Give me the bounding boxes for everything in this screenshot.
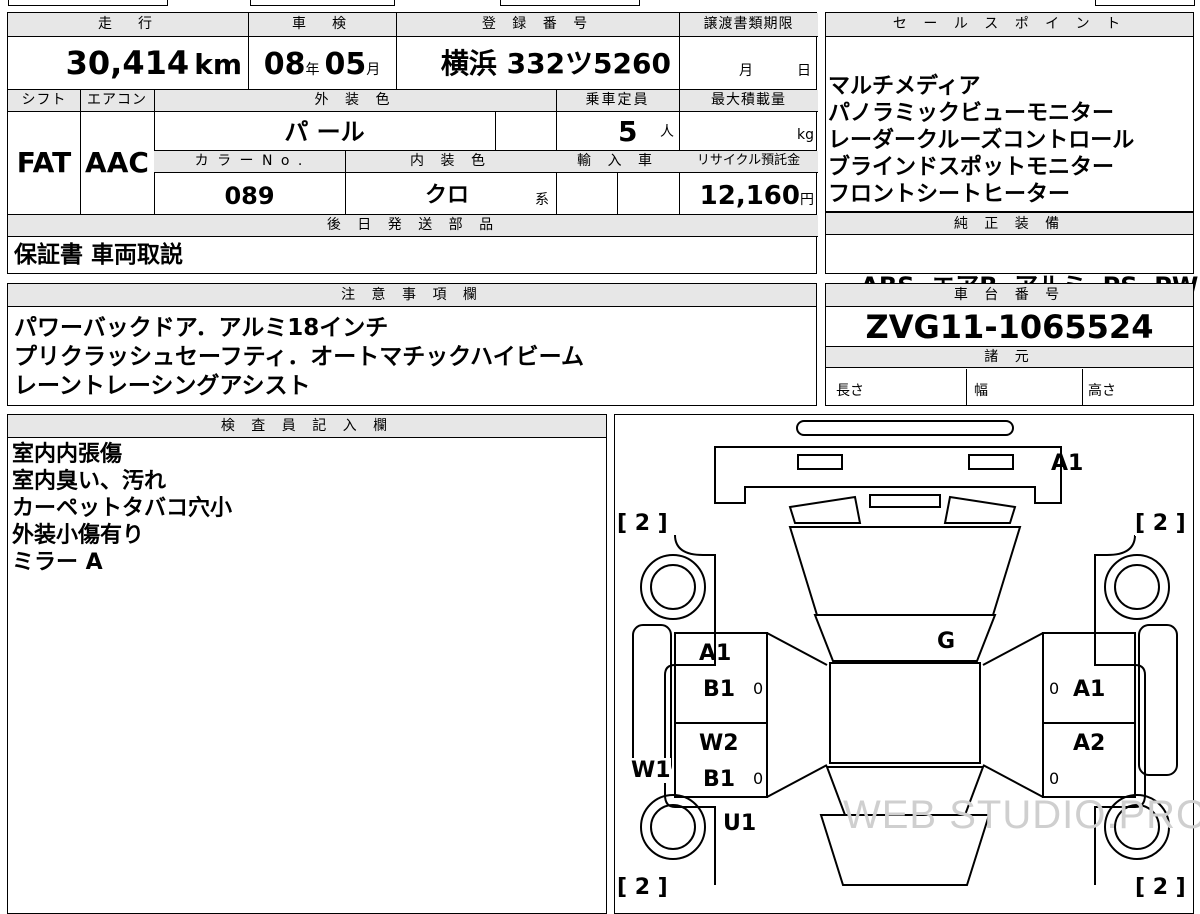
mark-left-rear-door-2: B1 bbox=[703, 767, 736, 792]
mark-left-rocker: W1 bbox=[631, 758, 671, 783]
mark-left-rear-door-1: W2 bbox=[699, 731, 739, 756]
color-no-value: 089 bbox=[224, 182, 275, 210]
equipment-box: 純 正 装 備 ABS エアB アルミ PS PW bbox=[825, 212, 1198, 300]
inspector-line: 室内内張傷 bbox=[12, 442, 123, 467]
sales-points-box: セ ー ル ス ポ イ ン ト マルチメディア パノラミックビューモニター レー… bbox=[825, 12, 1194, 212]
equipment-header: 純 正 装 備 bbox=[826, 212, 1193, 235]
registration-value: 横浜 332ツ5260 bbox=[440, 47, 671, 80]
watermark: WEB STUDIO.PRO bbox=[843, 793, 1200, 837]
sales-points-header: セ ー ル ス ポ イ ン ト bbox=[826, 13, 1193, 37]
aircon-header: エアコン bbox=[80, 90, 154, 112]
color-no-header: カ ラ ー N o . bbox=[154, 151, 345, 173]
max-load-value: kg bbox=[797, 127, 814, 143]
inspector-line: 外装小傷有り bbox=[12, 523, 145, 548]
transfer-deadline-header: 譲渡書類期限 bbox=[679, 13, 818, 37]
capacity-value: 5 人 bbox=[618, 115, 674, 148]
tire-label-right-front: [ 2 ] bbox=[1135, 875, 1186, 900]
mileage-header: 走 行 bbox=[8, 13, 248, 37]
spec-width-label: 幅 bbox=[974, 383, 988, 399]
vehicle-info-grid: 走 行 車 検 登 録 番 号 譲渡書類期限 30,414 km 08年 05月… bbox=[7, 12, 818, 274]
tire-label-right-rear: [ 2 ] bbox=[1135, 511, 1186, 536]
chassis-header: 車 台 番 号 bbox=[826, 284, 1193, 307]
zero-mark: 0 bbox=[1049, 769, 1060, 788]
inspector-line: カーペットタバコ穴小 bbox=[12, 496, 233, 521]
spec-length-label: 長さ bbox=[836, 383, 864, 399]
tire-label-left-front: [ 2 ] bbox=[617, 875, 668, 900]
inspector-header: 検 査 員 記 入 欄 bbox=[8, 415, 606, 438]
note-line: パワーバックドア．アルミ18インチ bbox=[14, 315, 389, 341]
inspector-line: ミラー A bbox=[12, 550, 103, 575]
specs-header: 諸 元 bbox=[826, 346, 1193, 368]
inspector-lines: 室内内張傷 室内臭い、汚れ カーペットタバコ穴小 外装小傷有り ミラー A bbox=[12, 441, 232, 576]
inspector-box: 検 査 員 記 入 欄 室内内張傷 室内臭い、汚れ カーペットタバコ穴小 外装小… bbox=[7, 414, 607, 914]
zero-mark: 0 bbox=[753, 679, 764, 698]
exterior-color-header: 外 装 色 bbox=[154, 90, 556, 112]
equipment-value: ABS エアB アルミ PS PW bbox=[840, 238, 1198, 300]
max-load-header: 最大積載量 bbox=[679, 90, 818, 112]
sales-point-item: パノラミックビューモニター bbox=[828, 101, 1115, 126]
sales-point-item: ブラインドスポットモニター bbox=[828, 155, 1115, 180]
sales-points-list: マルチメディア パノラミックビューモニター レーダークルーズコントロール ブライ… bbox=[828, 73, 1188, 208]
transfer-deadline-value: 月 日 bbox=[739, 63, 811, 79]
accessories-header: 後 日 発 送 部 品 bbox=[8, 215, 818, 237]
zero-mark: 0 bbox=[753, 769, 764, 788]
shift-header: シフト bbox=[8, 90, 80, 112]
top-row bbox=[0, 0, 1200, 8]
capacity-header: 乗車定員 bbox=[556, 90, 679, 112]
registration-header: 登 録 番 号 bbox=[396, 13, 679, 37]
sales-point-item: マルチメディア bbox=[828, 74, 981, 99]
note-line: プリクラッシュセーフティ．オートマチックハイビーム bbox=[14, 344, 584, 370]
aircon-value: AAC bbox=[85, 146, 149, 179]
tire-label-left-rear: [ 2 ] bbox=[617, 511, 668, 536]
sales-point-item: フロントシートヒーター bbox=[828, 182, 1071, 207]
mark-roof: G bbox=[937, 629, 956, 654]
accessories-value: 保証書 車両取説 bbox=[14, 242, 184, 268]
zero-mark: 0 bbox=[1049, 679, 1060, 698]
mark-left-front-door-1: A1 bbox=[699, 641, 732, 666]
mark-left-rear-fender: U1 bbox=[723, 811, 757, 836]
interior-color-value: クロ 系 bbox=[425, 183, 549, 208]
notes-lines: パワーバックドア．アルミ18インチ プリクラッシュセーフティ．オートマチックハイ… bbox=[14, 314, 584, 401]
recycle-header: リサイクル預託金 bbox=[679, 151, 818, 173]
mark-rear: A1 bbox=[1051, 451, 1084, 476]
inspection-header: 車 検 bbox=[248, 13, 396, 37]
note-line: レーントレーシングアシスト bbox=[14, 373, 311, 399]
recycle-value: 12,160円 bbox=[699, 181, 814, 211]
inspection-value: 08年 05月 bbox=[263, 47, 381, 82]
notes-box: 注 意 事 項 欄 パワーバックドア．アルミ18インチ プリクラッシュセーフティ… bbox=[7, 283, 817, 406]
notes-header: 注 意 事 項 欄 bbox=[8, 284, 816, 307]
shift-value: FAT bbox=[16, 146, 72, 179]
mark-right-front-door: A1 bbox=[1073, 677, 1106, 702]
mark-left-front-door-2: B1 bbox=[703, 677, 736, 702]
mileage-value: 30,414 km bbox=[65, 44, 242, 82]
interior-color-header: 内 装 色 bbox=[345, 151, 556, 173]
spec-height-label: 高さ bbox=[1088, 383, 1116, 399]
import-header: 輸 入 車 bbox=[556, 151, 679, 173]
sales-point-item: レーダークルーズコントロール bbox=[828, 128, 1135, 153]
mark-right-rear-door: A2 bbox=[1073, 731, 1106, 756]
chassis-box: 車 台 番 号 ZVG11-1065524 諸 元 長さ 幅 高さ bbox=[825, 283, 1194, 406]
car-diagram-box: A1 G A1 B1 W2 B1 A1 A2 W1 U1 0 0 0 0 [ 2… bbox=[614, 414, 1200, 914]
exterior-color-value: パ ール bbox=[284, 118, 365, 146]
chassis-value: ZVG11-1065524 bbox=[865, 308, 1154, 346]
inspector-line: 室内臭い、汚れ bbox=[12, 469, 167, 494]
